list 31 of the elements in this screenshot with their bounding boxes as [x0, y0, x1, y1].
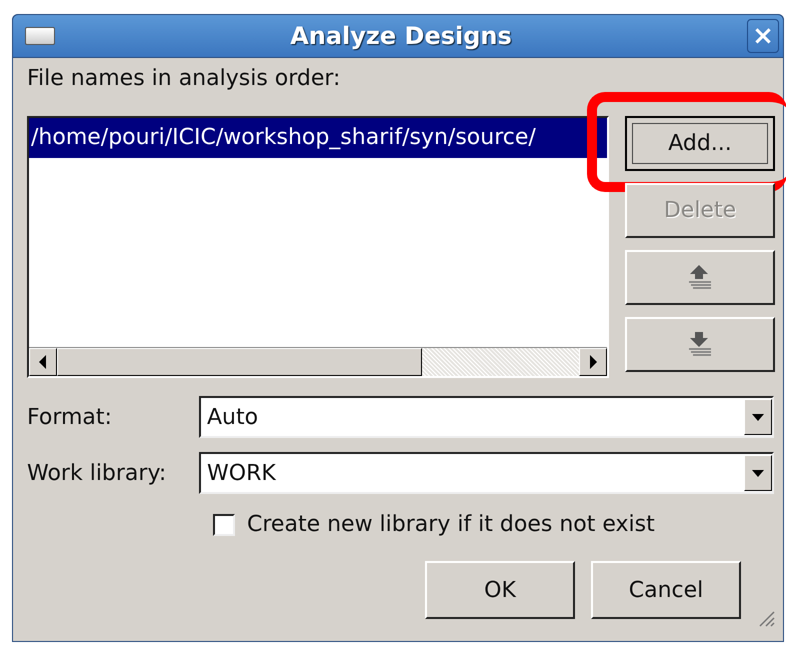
dropdown-field[interactable]: Auto: [199, 396, 774, 438]
right-arrow-icon: [588, 355, 598, 369]
dropdown-value: WORK: [206, 460, 277, 486]
checkbox[interactable]: [213, 514, 235, 536]
left-arrow-icon: [38, 355, 48, 369]
window-menu-button[interactable]: [25, 27, 55, 45]
cancel-button[interactable]: Cancel: [591, 561, 741, 619]
up-arrow-icon: [687, 265, 713, 290]
window-title: Analyze Designs: [289, 22, 513, 50]
move-down-button[interactable]: [625, 317, 775, 372]
dropdown-arrow-icon: [752, 414, 764, 420]
ok-button[interactable]: OK: [425, 561, 575, 619]
file-list-item[interactable]: /home/pouri/ICIC/workshop_sharif/syn/source/: [29, 118, 607, 158]
scrollbar-thumb[interactable]: [57, 348, 422, 376]
field-label: Work library:: [27, 460, 168, 486]
field-label: Format:: [27, 404, 113, 430]
dropdown-value: Auto: [206, 404, 260, 430]
resize-grip-icon: [757, 609, 775, 627]
move-up-button[interactable]: [625, 250, 775, 305]
list-label: File names in analysis order:: [27, 66, 342, 93]
checkbox-label: Create new library if it does not exist: [247, 512, 655, 537]
add-button[interactable]: Add...: [625, 116, 775, 171]
dropdown-button[interactable]: [744, 399, 772, 435]
close-button[interactable]: ×: [747, 19, 779, 53]
down-arrow-icon: [687, 332, 713, 357]
dropdown-field[interactable]: WORK: [199, 452, 774, 494]
scroll-left-button[interactable]: [29, 348, 57, 376]
horizontal-scrollbar[interactable]: [29, 347, 607, 376]
dropdown-arrow-icon: [752, 470, 764, 476]
dropdown-button[interactable]: [744, 455, 772, 491]
scroll-right-button[interactable]: [579, 348, 607, 376]
